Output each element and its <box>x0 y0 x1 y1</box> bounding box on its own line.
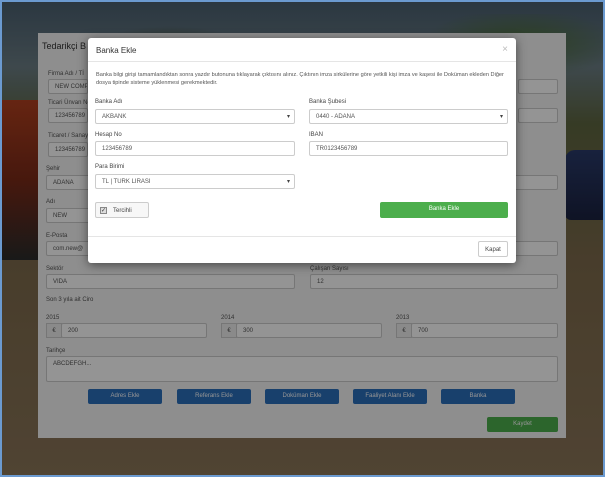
banka-ekle-submit-button[interactable]: Banka Ekle <box>380 202 508 218</box>
iban-field[interactable]: TR0123456789 <box>309 141 508 156</box>
modal-title: Banka Ekle <box>96 46 137 55</box>
banka-adi-value: AKBANK <box>102 114 127 120</box>
chevron-down-icon: ▾ <box>286 114 290 120</box>
banka-subesi-value: 0440 - ADANA <box>316 114 356 120</box>
hesap-no-label: Hesap No <box>95 132 122 138</box>
para-birimi-label: Para Birimi <box>95 164 125 170</box>
kapat-button[interactable]: Kapat <box>478 241 508 257</box>
tercihli-checkbox[interactable]: ✓ <box>100 207 107 214</box>
para-birimi-value: TL | TURK LIRASI <box>102 179 151 185</box>
modal-header: Banka Ekle × <box>88 38 516 62</box>
tercihli-toggle[interactable]: ✓ Tercihli <box>95 202 149 218</box>
banka-adi-label: Banka Adı <box>95 99 123 105</box>
chevron-down-icon: ▾ <box>286 179 290 185</box>
banka-ekle-modal: Banka Ekle × Banka bilgi girişi tamamlan… <box>88 38 516 263</box>
tercihli-label: Tercihli <box>113 208 132 214</box>
modal-footer-divider <box>88 236 516 237</box>
hesap-no-field[interactable]: 123456789 <box>95 141 295 156</box>
banka-adi-select[interactable]: AKBANK ▾ <box>95 109 295 124</box>
modal-info-text: Banka bilgi girişi tamamlandıktan sonra … <box>96 72 504 86</box>
chevron-down-icon: ▾ <box>499 114 503 120</box>
iban-label: IBAN <box>309 132 324 138</box>
para-birimi-select[interactable]: TL | TURK LIRASI ▾ <box>95 174 295 189</box>
banka-subesi-select[interactable]: 0440 - ADANA ▾ <box>309 109 508 124</box>
banka-subesi-label: Banka Şubesi <box>309 99 347 105</box>
close-icon[interactable]: × <box>502 44 508 55</box>
